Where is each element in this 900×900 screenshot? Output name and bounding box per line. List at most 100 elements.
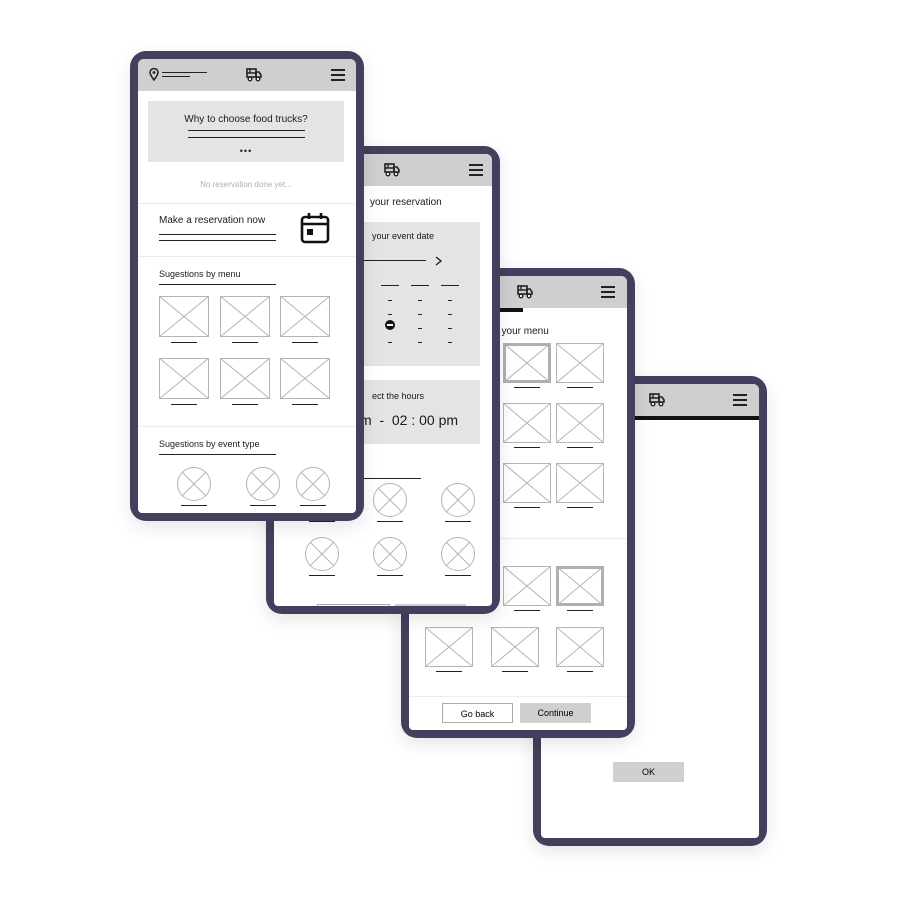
item-label-line: [292, 404, 318, 405]
phone-home-screen: Why to choose food trucks? ••• No reserv…: [130, 51, 364, 521]
item-label-line: [567, 671, 593, 672]
round-image-placeholder[interactable]: [246, 467, 280, 501]
round-image-placeholder[interactable]: [305, 537, 339, 571]
location-pin-icon[interactable]: [149, 68, 159, 81]
continue-button-partial[interactable]: [395, 604, 466, 606]
intro-text-line: [188, 130, 305, 131]
image-placeholder[interactable]: [556, 403, 604, 443]
item-label-line: [232, 342, 258, 343]
item-label-line: [567, 387, 593, 388]
image-placeholder[interactable]: [220, 296, 270, 337]
intro-card-title: Why to choose food trucks?: [184, 114, 308, 125]
section-title-line: [159, 284, 276, 285]
picker-tick: [448, 314, 452, 315]
cta-text-line: [159, 240, 276, 241]
image-placeholder[interactable]: [503, 566, 551, 606]
picker-tick: [418, 342, 422, 343]
section-divider: [138, 256, 356, 257]
item-label-line: [377, 521, 403, 522]
image-placeholder[interactable]: [425, 627, 473, 667]
picker-selected-dot[interactable]: [385, 320, 395, 330]
chevron-right-icon[interactable]: [435, 256, 443, 266]
empty-reservations-text: No reservation done yet...: [200, 180, 292, 189]
menu-section-title: Sugestions by menu: [159, 269, 241, 279]
ok-button[interactable]: OK: [613, 762, 684, 782]
round-image-placeholder[interactable]: [177, 467, 211, 501]
image-placeholder[interactable]: [503, 403, 551, 443]
event-section-title: Sugestions by event type: [159, 439, 260, 449]
footer-divider: [409, 696, 627, 697]
round-image-placeholder[interactable]: [441, 537, 475, 571]
picker-column-line: [411, 285, 429, 286]
item-label-line: [436, 671, 462, 672]
home-screen: Why to choose food trucks? ••• No reserv…: [138, 59, 356, 513]
item-label-line: [502, 671, 528, 672]
round-image-placeholder[interactable]: [373, 483, 407, 517]
picker-tick: [448, 300, 452, 301]
location-text-line: [162, 72, 207, 73]
image-placeholder[interactable]: [503, 463, 551, 503]
item-label-line: [377, 575, 403, 576]
hamburger-menu-icon[interactable]: [601, 286, 615, 298]
item-label-line: [514, 610, 540, 611]
back-button-partial[interactable]: [317, 604, 390, 606]
time-range-value[interactable]: m - 02 : 00 pm: [360, 413, 458, 427]
picker-tick: [418, 300, 422, 301]
intro-text-line: [188, 137, 305, 138]
date-card: [344, 222, 480, 366]
item-label-line: [445, 521, 471, 522]
image-placeholder[interactable]: [280, 296, 330, 337]
section-title-line: [159, 454, 276, 455]
item-label-line: [300, 505, 326, 506]
image-placeholder[interactable]: [556, 627, 604, 667]
picker-column-line: [381, 285, 399, 286]
date-card-title: your event date: [372, 231, 435, 241]
image-placeholder[interactable]: [280, 358, 330, 399]
section-divider: [138, 203, 356, 204]
round-image-placeholder[interactable]: [373, 537, 407, 571]
item-label-line: [567, 610, 593, 611]
image-placeholder[interactable]: [503, 343, 551, 383]
section-divider: [138, 426, 356, 427]
intro-more-dots[interactable]: •••: [148, 147, 344, 156]
hamburger-menu-icon[interactable]: [469, 164, 483, 176]
hamburger-menu-icon[interactable]: [331, 69, 345, 81]
make-reservation-link[interactable]: Make a reservation now: [159, 216, 265, 226]
picker-column-line: [441, 285, 459, 286]
item-label-line: [514, 387, 540, 388]
round-image-placeholder[interactable]: [441, 483, 475, 517]
item-label-line: [171, 404, 197, 405]
food-truck-icon: [649, 393, 665, 407]
item-label-line: [567, 507, 593, 508]
picker-tick: [448, 342, 452, 343]
image-placeholder[interactable]: [491, 627, 539, 667]
item-label-line: [445, 575, 471, 576]
item-label-line: [250, 505, 276, 506]
food-truck-icon: [384, 163, 400, 177]
cta-text-line: [159, 234, 276, 235]
picker-tick: [388, 314, 392, 315]
picker-tick: [418, 314, 422, 315]
round-image-placeholder[interactable]: [296, 467, 330, 501]
image-placeholder[interactable]: [556, 463, 604, 503]
calendar-icon[interactable]: [300, 212, 330, 244]
header-bar: [138, 59, 356, 91]
item-label-line: [514, 507, 540, 508]
picker-tick: [418, 328, 422, 329]
item-label-line: [232, 404, 258, 405]
continue-button[interactable]: Continue: [520, 703, 591, 723]
image-placeholder[interactable]: [159, 358, 209, 399]
image-placeholder[interactable]: [556, 343, 604, 383]
food-truck-icon: [517, 285, 533, 299]
reservation-title: your reservation: [370, 197, 442, 208]
picker-tick: [388, 342, 392, 343]
go-back-button[interactable]: Go back: [442, 703, 513, 723]
image-placeholder[interactable]: [159, 296, 209, 337]
item-label-line: [309, 521, 335, 522]
image-placeholder[interactable]: [220, 358, 270, 399]
hamburger-menu-icon[interactable]: [733, 394, 747, 406]
image-placeholder[interactable]: [556, 566, 604, 606]
item-label-line: [309, 575, 335, 576]
item-label-line: [514, 447, 540, 448]
hours-card-title: ect the hours: [372, 391, 425, 401]
